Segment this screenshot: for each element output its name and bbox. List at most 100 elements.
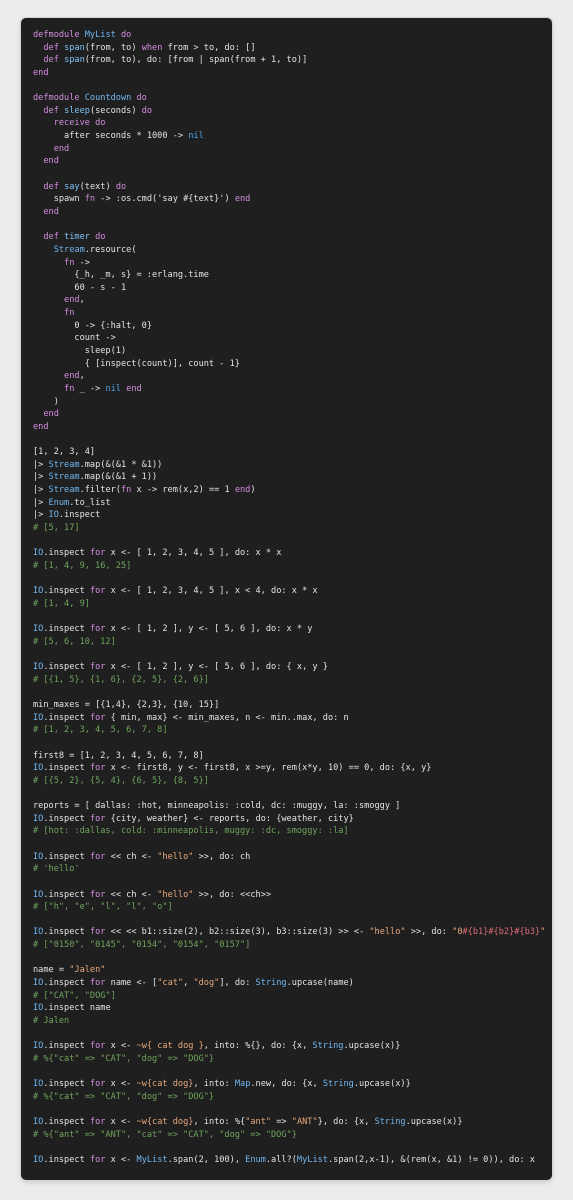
- code-line: 60 - s - 1: [33, 282, 548, 295]
- code-token-text: .new, do: {x,: [250, 1079, 323, 1090]
- code-line: def timer do: [33, 231, 548, 244]
- code-token-keyword: for: [89, 851, 106, 862]
- code-token-keyword: end: [33, 421, 49, 432]
- code-token-keyword: end: [53, 143, 70, 154]
- code-token-text: .upcase(x)}: [353, 1079, 411, 1090]
- code-line: |> Stream.filter(fn x -> rem(x,2) == 1 e…: [33, 484, 548, 497]
- code-token-comment: # [hot: :dallas, cold: :minneapolis, mug…: [33, 826, 349, 837]
- code-token-keyword: defmodule: [33, 30, 85, 40]
- code-token-module: IO: [33, 712, 44, 723]
- code-token-text: =>: [271, 1117, 292, 1128]
- code-token-comment: # [1, 2, 3, 4, 5, 6, 7, 8]: [33, 725, 168, 736]
- code-token-keyword: for: [89, 763, 106, 774]
- code-line: IO.inspect for x <- [ 1, 2 ], y <- [ 5, …: [33, 661, 548, 674]
- code-token-module: Stream: [48, 485, 80, 496]
- code-token-module: IO: [33, 548, 44, 559]
- code-token-keyword: do: [131, 93, 147, 104]
- code-token-atom: nil: [105, 383, 121, 394]
- code-token-text: .map(&(&1 + 1)): [79, 472, 158, 483]
- code-token-comment: # %{"cat" => "CAT", "dog" => "DOG"}: [33, 1053, 215, 1064]
- code-token-text: .upcase(x)}: [343, 1041, 401, 1052]
- code-token-module: String: [374, 1117, 406, 1128]
- code-token-text: .inspect: [43, 712, 90, 723]
- code-line: |> IO.inspect: [33, 509, 548, 522]
- code-token-text: x <- [ 1, 2 ], y <- [ 5, 6 ], do: { x, y…: [105, 662, 328, 673]
- code-token-keyword: do: [115, 30, 132, 40]
- code-token-text: |>: [33, 497, 49, 508]
- code-token-text: 0 -> {:halt, 0}: [33, 320, 152, 331]
- code-token-comment: # ["h", "e", "l", "l", "o"]: [33, 902, 173, 913]
- code-token-text: >>, do: ch: [193, 851, 251, 862]
- code-token-text: x <- [ 1, 2, 3, 4, 5 ], x < 4, do: x * x: [105, 586, 318, 597]
- code-token-keyword: fn: [64, 257, 75, 268]
- code-token-string: ": [540, 927, 546, 938]
- code-line: def sleep(seconds) do: [33, 105, 548, 118]
- code-token-text: x <- [ 1, 2 ], y <- [ 5, 6 ], do: x * y: [105, 624, 313, 635]
- code-line: IO.inspect for { min, max} <- min_maxes,…: [33, 712, 548, 725]
- code-token-text: |>: [33, 510, 49, 521]
- code-token-text: .inspect: [43, 1155, 90, 1166]
- code-line: # ["h", "e", "l", "l", "o"]: [33, 901, 548, 914]
- code-line: after seconds * 1000 -> nil: [33, 130, 548, 143]
- code-line: { [inspect(count)], count - 1}: [33, 358, 548, 371]
- code-token-text: .inspect: [43, 624, 90, 635]
- code-line: # [1, 4, 9, 16, 25]: [33, 560, 548, 573]
- code-token-module: IO: [33, 1041, 44, 1052]
- code-token-keyword: for: [89, 1041, 106, 1052]
- code-token-keyword: def: [43, 181, 65, 192]
- code-line: defmodule MyList do: [33, 29, 548, 42]
- code-token-text: .upcase(x)}: [405, 1117, 463, 1128]
- code-token-string: ~w{cat dog}: [136, 1079, 194, 1090]
- code-token-text: spawn: [33, 194, 85, 205]
- code-token-string: "ant": [245, 1117, 272, 1128]
- code-line: # [{5, 2}, {5, 4}, {6, 5}, {8, 5}]: [33, 775, 548, 788]
- code-line: IO.inspect for << ch <- "hello" >>, do: …: [33, 851, 548, 864]
- code-token-text: ): [33, 396, 59, 407]
- code-line: IO.inspect for x <- [ 1, 2, 3, 4, 5 ], d…: [33, 547, 548, 560]
- code-token-text: {city, weather} <- reports, do: {weather…: [105, 813, 354, 824]
- code-token-text: .inspect: [43, 586, 90, 597]
- code-line: IO.inspect name: [33, 1002, 548, 1015]
- code-token-module: IO: [33, 763, 44, 774]
- code-line: IO.inspect for x <- MyList.span(2, 100),…: [33, 1154, 548, 1167]
- code-line: # [1, 4, 9]: [33, 598, 548, 611]
- code-token-func: sleep: [64, 105, 90, 116]
- code-token-text: from > to, do: []: [162, 42, 256, 53]
- code-token-text: {_h, _m, s} = :erlang.time: [33, 270, 209, 281]
- code-line: end: [33, 421, 548, 434]
- code-token-keyword: receive do: [53, 118, 106, 129]
- code-token-keyword: end: [43, 156, 59, 167]
- code-token-comment: # Jalen: [33, 1015, 70, 1026]
- code-token-keyword: fn: [64, 383, 75, 394]
- code-line: IO.inspect for x <- [ 1, 2 ], y <- [ 5, …: [33, 623, 548, 636]
- code-line: # %{"cat" => "CAT", "dog" => "DOG"}: [33, 1091, 548, 1104]
- code-token-comment: # %{"cat" => "CAT", "dog" => "DOG"}: [33, 1091, 215, 1102]
- code-token-module: IO: [33, 1155, 44, 1166]
- code-line: ): [33, 396, 548, 409]
- code-token-module: Map: [234, 1079, 251, 1090]
- code-token-module: IO: [33, 1117, 44, 1128]
- code-token-module: Enum: [245, 1155, 266, 1166]
- code-token-text: x <-: [105, 1117, 137, 1128]
- code-token-text: -> :os.cmd('say #{text}'): [95, 194, 235, 205]
- code-line: end: [33, 143, 548, 156]
- code-token-text: >>, do:: [405, 927, 453, 938]
- code-line: def span(from, to), do: [from | span(fro…: [33, 54, 548, 67]
- code-token-text: , into: %{}, do: {x,: [203, 1041, 313, 1052]
- code-token-text: }, do: {x,: [317, 1117, 375, 1128]
- code-token-text: .inspect: [58, 510, 101, 521]
